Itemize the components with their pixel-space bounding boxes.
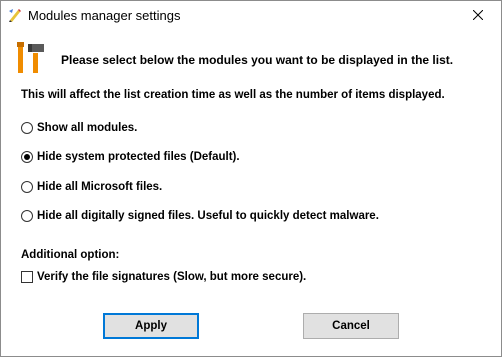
radio-button[interactable] [21, 210, 33, 222]
option-label: Hide system protected files (Default). [37, 151, 240, 163]
title-bar: Modules manager settings [1, 1, 501, 30]
option-hide-microsoft[interactable]: Hide all Microsoft files. [21, 181, 162, 193]
verify-signatures-checkbox[interactable] [21, 271, 33, 283]
radio-button[interactable] [21, 181, 33, 193]
radio-button-selected[interactable] [21, 151, 33, 163]
option-label: Hide all digitally signed files. Useful … [37, 210, 379, 222]
option-hide-system-protected[interactable]: Hide system protected files (Default). [21, 151, 240, 163]
option-hide-signed[interactable]: Hide all digitally signed files. Useful … [21, 210, 379, 222]
radio-button[interactable] [21, 122, 33, 134]
option-label: Hide all Microsoft files. [37, 181, 163, 193]
instruction-heading: Please select below the modules you want… [61, 53, 454, 67]
dialog-window: Modules manager settings Please select b… [0, 0, 502, 357]
window-title: Modules manager settings [28, 8, 181, 23]
verify-signatures-label: Verify the file signatures (Slow, but mo… [37, 271, 307, 283]
close-button[interactable] [455, 1, 501, 30]
info-text: This will affect the list creation time … [21, 89, 445, 101]
additional-option-heading: Additional option: [21, 249, 120, 261]
hammer-wrench-icon [15, 41, 47, 75]
apply-button[interactable]: Apply [103, 313, 199, 339]
option-show-all[interactable]: Show all modules. [21, 122, 137, 134]
cancel-button[interactable]: Cancel [303, 313, 399, 339]
app-icon [7, 7, 23, 23]
close-icon [472, 9, 484, 23]
verify-signatures-option[interactable]: Verify the file signatures (Slow, but mo… [21, 271, 306, 283]
option-label: Show all modules. [37, 122, 138, 134]
